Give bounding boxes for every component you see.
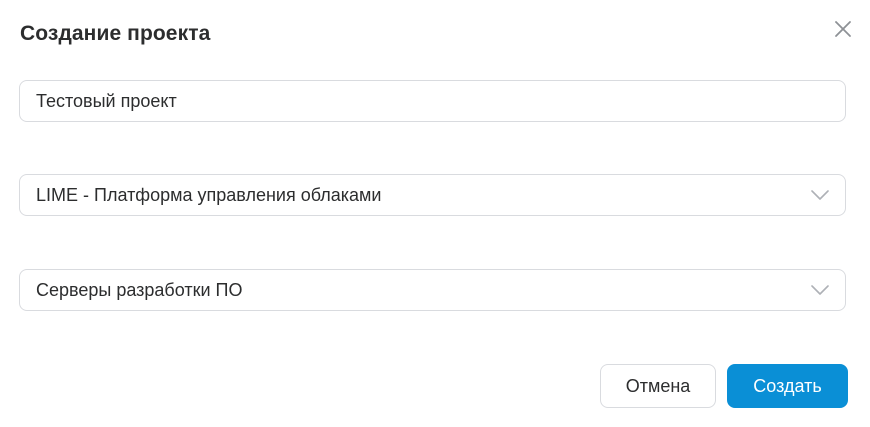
project-name-field[interactable] bbox=[19, 80, 846, 122]
create-project-dialog: Создание проекта LIME - Платформа управл… bbox=[0, 0, 870, 427]
chevron-down-icon bbox=[811, 282, 829, 298]
create-button[interactable]: Создать bbox=[727, 364, 848, 408]
platform-select-value: LIME - Платформа управления облаками bbox=[36, 185, 382, 205]
platform-select[interactable]: LIME - Платформа управления облаками bbox=[19, 174, 846, 216]
servers-select[interactable]: Серверы разработки ПО bbox=[19, 269, 846, 311]
chevron-down-icon bbox=[811, 187, 829, 203]
dialog-title: Создание проекта bbox=[20, 22, 211, 45]
close-icon bbox=[830, 16, 856, 42]
project-name-input[interactable] bbox=[20, 81, 845, 121]
cancel-button[interactable]: Отмена bbox=[600, 364, 716, 408]
close-button[interactable] bbox=[830, 16, 856, 42]
servers-select-value: Серверы разработки ПО bbox=[36, 280, 243, 300]
